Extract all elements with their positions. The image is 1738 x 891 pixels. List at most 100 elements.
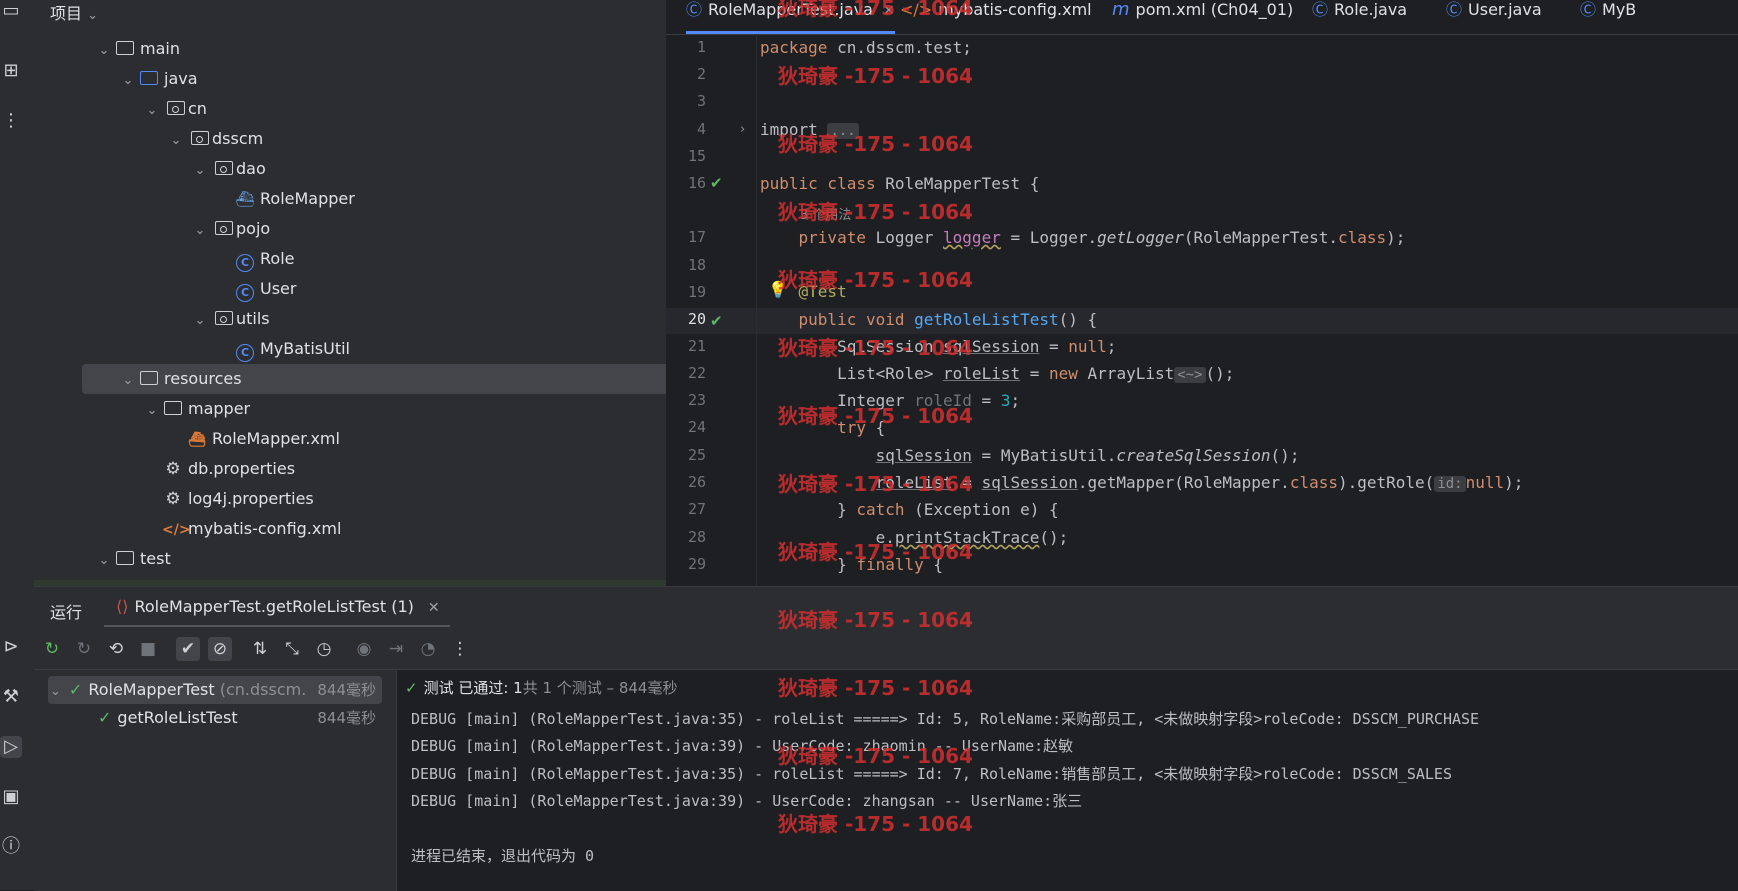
code-line-22[interactable]: List<Role> roleList = new ArrayList <~>()…	[760, 364, 1234, 383]
tree-item[interactable]: </>mybatis-config.xml	[142, 514, 341, 544]
tree-item[interactable]: ⌄ main	[94, 34, 180, 64]
console-output[interactable]: ✓ 测试 已通过: 1共 1 个测试 – 844毫秒 DEBUG [main] (…	[397, 670, 1738, 891]
code-line-16[interactable]: public class RoleMapperTest {	[760, 174, 1039, 193]
problems-icon[interactable]: ⓘ	[0, 836, 22, 858]
chevron-down-icon[interactable]: ⌄	[190, 306, 210, 336]
tree-item-label: test	[140, 549, 171, 568]
services-icon[interactable]: ⊳	[0, 636, 22, 658]
chevron-down-icon[interactable]: ⌄	[190, 156, 210, 186]
tree-item-label: Role	[260, 249, 295, 268]
camera-icon[interactable]: ◉	[352, 637, 376, 661]
tree-item-label: utils	[236, 309, 270, 328]
gear-icon: ⚙	[165, 459, 181, 479]
param-hint[interactable]: id:	[1434, 476, 1466, 492]
structure-icon[interactable]: ⊞	[0, 60, 22, 82]
more-options-icon[interactable]: ⋮	[448, 637, 472, 661]
coverage-icon[interactable]: ◔	[416, 637, 440, 661]
tree-item-label: mybatis-config.xml	[188, 519, 342, 538]
chevron-down-icon[interactable]: ⌄	[190, 216, 210, 246]
package-icon	[186, 124, 209, 154]
build-icon[interactable]: ⚒	[0, 686, 22, 708]
editor-tab[interactable]: Ⓒ User.java	[1446, 0, 1542, 34]
tree-item-label: log4j.properties	[188, 489, 314, 508]
tree-item[interactable]: ⌄ mapper	[142, 394, 251, 426]
tree-item[interactable]: ⌄ dsscm	[166, 124, 264, 156]
chevron-down-icon[interactable]: ⌄	[94, 546, 114, 576]
test-duration: 844毫秒	[317, 709, 376, 727]
tree-item[interactable]: ⌄ utils	[190, 304, 270, 334]
chevron-down-icon[interactable]: ⌄	[87, 8, 98, 23]
diamond-hint[interactable]: <~>	[1174, 367, 1206, 383]
test-suite-row[interactable]: ⌄ ✓ RoleMapperTest (cn.dsscm. 844毫秒	[50, 676, 380, 704]
show-passed-icon[interactable]: ✔	[176, 637, 200, 661]
tree-item[interactable]: ⌄ java	[118, 64, 198, 94]
code-line-17[interactable]: private Logger logger = Logger.getLogger…	[760, 228, 1406, 247]
sort-icon[interactable]: ⇅	[248, 637, 272, 661]
tree-item-label: dsscm	[212, 129, 264, 148]
tree-item[interactable]: C User	[214, 274, 296, 304]
tree-item[interactable]: ⌄ resources	[118, 364, 242, 394]
chevron-down-icon[interactable]: ⌄	[118, 66, 138, 96]
run-test-method-icon[interactable]: ✔	[710, 312, 728, 330]
run-config-tab[interactable]: ⟨⟩ RoleMapperTest.getRoleListTest (1) ✕	[116, 587, 440, 627]
editor-tab[interactable]: Ⓒ MyB	[1580, 0, 1636, 34]
terminal-icon[interactable]: ▣	[0, 786, 22, 808]
package-icon	[210, 214, 233, 244]
fold-expand-icon[interactable]: ›	[740, 122, 745, 137]
tab-label: MyB	[1602, 0, 1637, 19]
tree-item[interactable]: C MyBatisUtil	[214, 334, 350, 364]
project-panel-title[interactable]: 项目 ⌄	[50, 0, 98, 24]
tree-item[interactable]: ⌄ cn	[142, 94, 207, 124]
chevron-down-icon[interactable]: ⌄	[166, 126, 186, 156]
line-number: 1	[696, 38, 706, 56]
editor-tab[interactable]: Ⓒ Role.java	[1312, 0, 1407, 34]
code-line-1[interactable]: package cn.dsscm.test;	[760, 38, 972, 57]
tree-item[interactable]: ⌄ test	[94, 544, 171, 574]
run-test-class-icon[interactable]: ✔	[710, 174, 728, 192]
class-icon: C	[234, 334, 256, 364]
tree-item[interactable]: ⛴ RoleMapper.xml	[166, 424, 340, 454]
folder-icon	[162, 394, 184, 424]
chevron-down-icon[interactable]: ⌄	[118, 366, 138, 396]
editor-tab[interactable]: m pom.xml (Ch04_01)	[1112, 0, 1293, 34]
more-icon[interactable]: ⋮	[0, 110, 22, 132]
stop-icon[interactable]: ■	[136, 637, 160, 661]
editor-gutter: 1 2 3 4 15 16 17 18 19 20 21 22 23 24 25 26 27 28 29	[666, 34, 756, 586]
import-icon[interactable]: ⇥	[384, 637, 408, 661]
chevron-down-icon[interactable]: ⌄	[142, 96, 162, 126]
watermark-text: 狄琦豪 -175 - 1064	[778, 472, 973, 496]
code-line-25[interactable]: sqlSession = MyBatisUtil.createSqlSessio…	[760, 446, 1300, 465]
chevron-down-icon[interactable]: ⌄	[50, 684, 61, 699]
tree-item[interactable]: ⚙ log4j.properties	[142, 484, 314, 514]
class-icon: C	[234, 244, 256, 274]
toggle-auto-test-icon[interactable]: ⟲	[104, 637, 128, 661]
tree-item-label: RoleMapper.xml	[212, 429, 340, 448]
tree-item[interactable]: ⌄ dao	[190, 154, 266, 184]
history-icon[interactable]: ◷	[312, 637, 336, 661]
line-number: 25	[687, 446, 706, 464]
line-number: 26	[687, 473, 706, 491]
rerun-failed-icon[interactable]: ↻	[72, 637, 96, 661]
line-number: 21	[687, 337, 706, 355]
class-icon: Ⓒ	[1446, 0, 1463, 19]
code-line-20[interactable]: public void getRoleListTest() {	[760, 310, 1098, 329]
tree-item[interactable]: ⌄ pojo	[190, 214, 271, 246]
console-line: DEBUG [main] (RoleMapperTest.java:35) - …	[411, 710, 1480, 728]
code-line-27[interactable]: } catch (Exception e) {	[760, 500, 1059, 519]
tree-item[interactable]: ⛴ RoleMapper	[214, 184, 354, 214]
collapse-icon[interactable]: ⤡	[280, 637, 304, 661]
watermark-text: 狄琦豪 -175 - 1064	[778, 0, 973, 20]
tree-item[interactable]: C Role	[214, 244, 294, 274]
show-ignored-icon[interactable]: ⊘	[208, 637, 232, 661]
test-method-row[interactable]: ✓ getRoleListTest 844毫秒	[98, 704, 380, 732]
folder-icon[interactable]: ▭	[0, 0, 22, 22]
tree-item[interactable]: ⚙ db.properties	[142, 454, 295, 484]
gear-icon: ⚙	[165, 489, 181, 509]
run-icon[interactable]: ▷	[0, 736, 22, 758]
rerun-icon[interactable]: ↻	[40, 637, 64, 661]
close-icon[interactable]: ✕	[428, 600, 440, 616]
chevron-down-icon[interactable]: ⌄	[142, 396, 162, 426]
line-number: 17	[687, 228, 706, 246]
chevron-down-icon[interactable]: ⌄	[94, 36, 114, 66]
line-number: 3	[696, 92, 706, 110]
